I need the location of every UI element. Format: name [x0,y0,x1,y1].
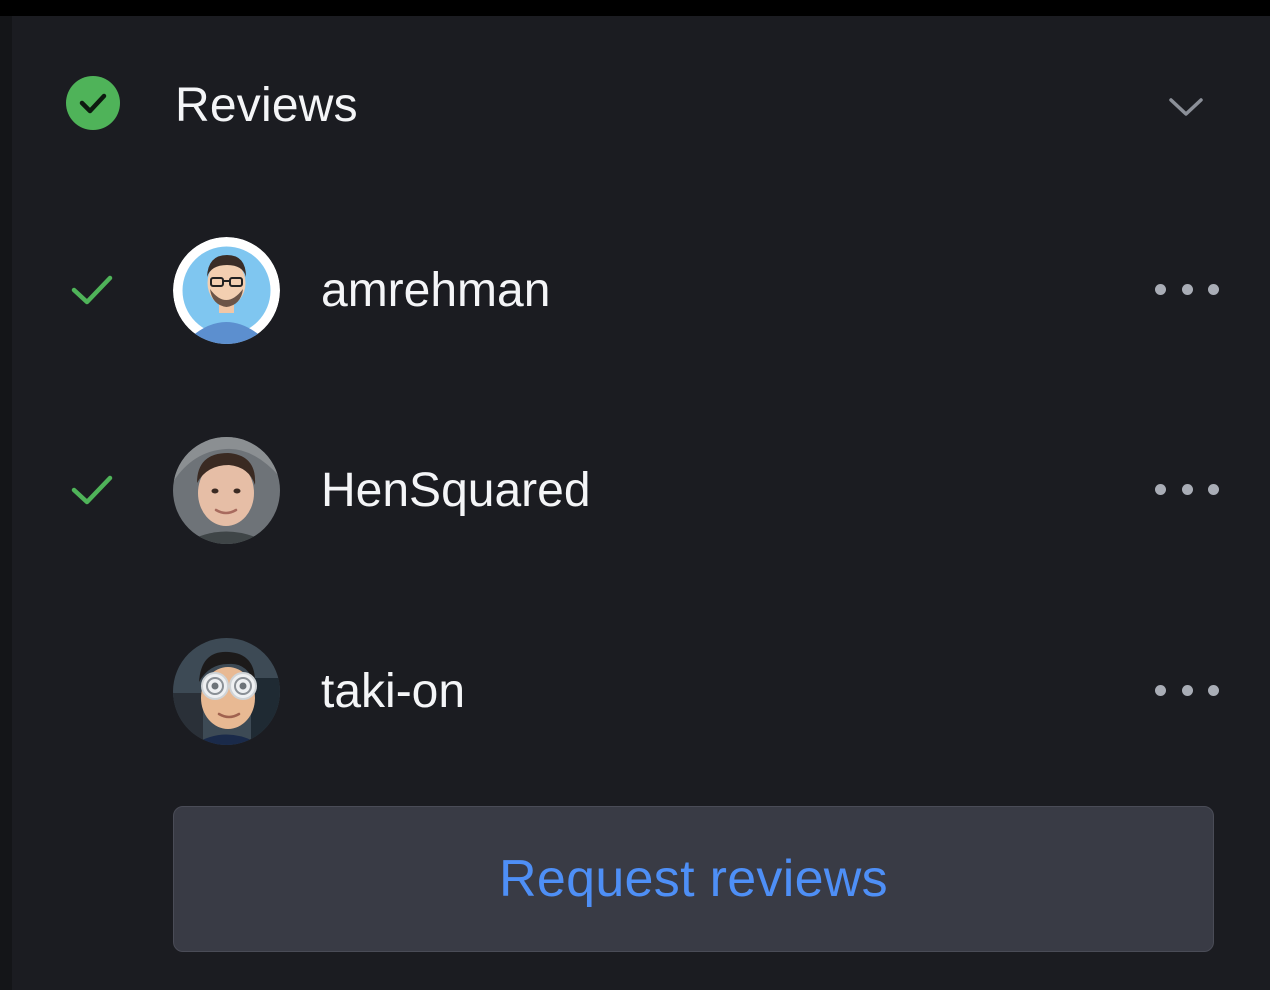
more-options-icon[interactable] [1155,277,1219,301]
reviewer-name[interactable]: HenSquared [321,463,591,518]
reviewer-row-taki-on: taki-on [12,638,1270,748]
reviews-panel: Reviews amrehman HenSquared taki-on Requ… [12,16,1270,990]
approved-check-icon [70,272,114,308]
reviews-title: Reviews [175,79,358,132]
reviewer-name[interactable]: taki-on [321,664,465,719]
more-options-icon[interactable] [1155,678,1219,702]
request-reviews-button[interactable]: Request reviews [173,806,1214,952]
left-edge [0,16,12,990]
reviewer-row-hensquared: HenSquared [12,437,1270,547]
chevron-down-icon[interactable] [1166,92,1206,122]
reviewer-name[interactable]: amrehman [321,263,550,318]
check-circle-icon [66,76,120,130]
reviews-header[interactable]: Reviews [12,16,1270,192]
avatar[interactable] [173,237,280,344]
top-bar [0,0,1270,16]
avatar[interactable] [173,638,280,745]
approved-check-icon [70,472,114,508]
reviewer-row-amrehman: amrehman [12,237,1270,347]
avatar[interactable] [173,437,280,544]
request-reviews-label: Request reviews [499,850,888,908]
more-options-icon[interactable] [1155,477,1219,501]
